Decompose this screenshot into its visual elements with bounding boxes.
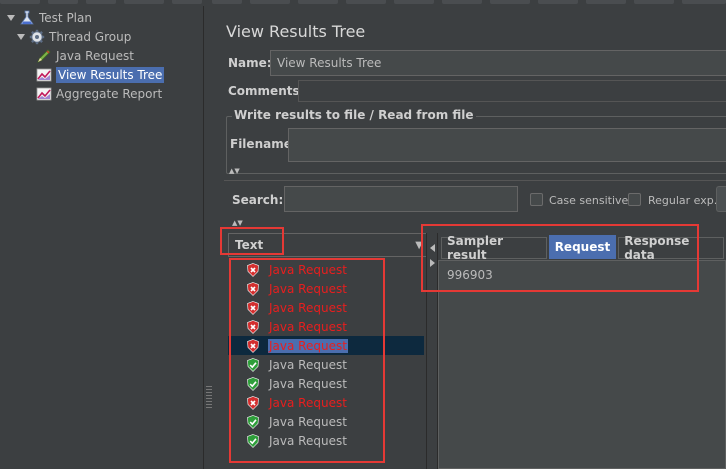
list-item[interactable]: Java Request [228, 317, 424, 336]
renderer-select[interactable]: Text ▼ [228, 233, 428, 257]
list-item-label: Java Request [269, 281, 347, 296]
case-sensitive-checkbox[interactable] [530, 193, 543, 206]
collapse-arrows-icon[interactable]: ▲▼ [232, 220, 243, 227]
toolbar-button[interactable] [682, 0, 726, 4]
toolbar-button[interactable] [490, 0, 530, 4]
tab-sampler-result[interactable]: Sampler result [441, 234, 547, 262]
error-shield-icon [247, 395, 259, 410]
list-item[interactable]: Java Request [228, 374, 424, 393]
tree-item-java-request[interactable]: Java Request [36, 47, 134, 65]
list-item[interactable]: Java Request [228, 298, 424, 317]
results-list: Java Request Java Request Java Request J… [228, 259, 428, 469]
regular-exp-label: Regular exp. [648, 194, 718, 207]
tree-item-test-plan[interactable]: Test Plan [6, 9, 92, 27]
list-item-label: Java Request [269, 433, 347, 448]
search-label: Search: [232, 193, 284, 207]
toolbar-button[interactable] [442, 0, 482, 4]
toolbar-button[interactable] [346, 0, 386, 4]
list-item-label: Java Request [268, 338, 348, 353]
tab-request[interactable]: Request [548, 235, 617, 259]
tree-item-label: View Results Tree [56, 67, 165, 83]
expand-arrow-icon[interactable] [16, 32, 26, 42]
list-item-label: Java Request [269, 414, 347, 429]
renderer-selected-value: Text [235, 238, 264, 252]
list-item[interactable]: Java Request [228, 260, 424, 279]
error-shield-icon [247, 281, 259, 296]
toolbar-button[interactable] [212, 0, 242, 4]
search-input[interactable] [284, 186, 518, 212]
toolbar-button[interactable] [172, 0, 202, 4]
success-shield-icon [247, 414, 259, 429]
request-tab-panel: 996903 [438, 260, 726, 469]
toolbar-button[interactable] [124, 0, 164, 4]
page-title: View Results Tree [226, 22, 366, 41]
toolbar-button[interactable] [250, 0, 290, 4]
toolbar-button[interactable] [634, 0, 674, 4]
expand-arrow-icon[interactable] [6, 13, 16, 23]
test-plan-icon [20, 10, 34, 25]
toolbar-button[interactable] [298, 0, 338, 4]
toolbar-button[interactable] [86, 0, 116, 4]
name-label: Name: [228, 56, 272, 70]
comments-label: Comments: [228, 84, 305, 98]
tree-item-label: Java Request [56, 49, 134, 63]
tree-item-label: Thread Group [49, 30, 132, 44]
tree-item-thread-group[interactable]: Thread Group [16, 28, 131, 46]
results-splitter[interactable] [426, 233, 438, 469]
error-shield-icon [247, 300, 259, 315]
divider [224, 180, 726, 181]
tree-splitter[interactable] [204, 6, 214, 469]
list-item-label: Java Request [269, 300, 347, 315]
write-results-title: Write results to file / Read from file [232, 108, 476, 122]
request-content[interactable]: 996903 [447, 268, 493, 282]
name-field[interactable]: View Results Tree [270, 50, 726, 76]
case-sensitive-label: Case sensitive [549, 194, 629, 207]
error-shield-icon [247, 319, 259, 334]
list-item[interactable]: Java Request [228, 355, 424, 374]
list-item-label: Java Request [269, 357, 347, 372]
search-button[interactable] [716, 186, 726, 212]
tree-item-view-results-tree[interactable]: View Results Tree [36, 66, 165, 84]
list-item-label: Java Request [269, 319, 347, 334]
toolbar-button[interactable] [538, 0, 578, 4]
list-item-label: Java Request [269, 262, 347, 277]
list-item[interactable]: Java Request [228, 412, 424, 431]
success-shield-icon [247, 376, 259, 391]
list-item[interactable]: Java Request [228, 279, 424, 298]
result-tabs: Sampler result Request Response data [441, 234, 726, 262]
list-item[interactable]: Java Request [228, 431, 424, 450]
tree-item-label: Aggregate Report [56, 87, 163, 101]
tab-response-data[interactable]: Response data [618, 234, 724, 262]
filename-label: Filename [230, 137, 292, 151]
toolbar-button[interactable] [394, 0, 434, 4]
sampler-pen-icon [37, 49, 51, 63]
regular-exp-checkbox[interactable] [628, 193, 641, 206]
success-shield-icon [247, 433, 259, 448]
toolbar-button[interactable] [48, 0, 78, 4]
list-item-selected[interactable]: Java Request [228, 336, 424, 355]
list-item-label: Java Request [269, 395, 347, 410]
list-item[interactable]: Java Request [228, 393, 424, 412]
view-results-tree-panel: View Results Tree Name: View Results Tre… [214, 6, 726, 469]
error-shield-icon [247, 262, 259, 277]
listener-chart-icon [36, 87, 52, 101]
gear-icon [29, 29, 45, 45]
toolbar-button[interactable] [0, 0, 40, 4]
splitter-grip[interactable] [206, 386, 212, 410]
listener-chart-icon [36, 68, 52, 82]
toolbar-button[interactable] [586, 0, 626, 4]
list-item-label: Java Request [269, 376, 347, 391]
tree-item-aggregate-report[interactable]: Aggregate Report [36, 85, 162, 103]
filename-input[interactable] [288, 128, 726, 162]
comments-field[interactable] [298, 80, 726, 102]
chevron-down-icon: ▼ [415, 240, 423, 251]
split-arrows-icon[interactable] [429, 243, 436, 269]
success-shield-icon [247, 357, 259, 372]
collapse-arrows-icon[interactable]: ▲▼ [229, 168, 240, 175]
error-shield-icon [247, 338, 259, 353]
test-plan-tree: Test Plan Thread Group Java Request View… [0, 6, 204, 469]
tree-item-label: Test Plan [39, 11, 92, 25]
